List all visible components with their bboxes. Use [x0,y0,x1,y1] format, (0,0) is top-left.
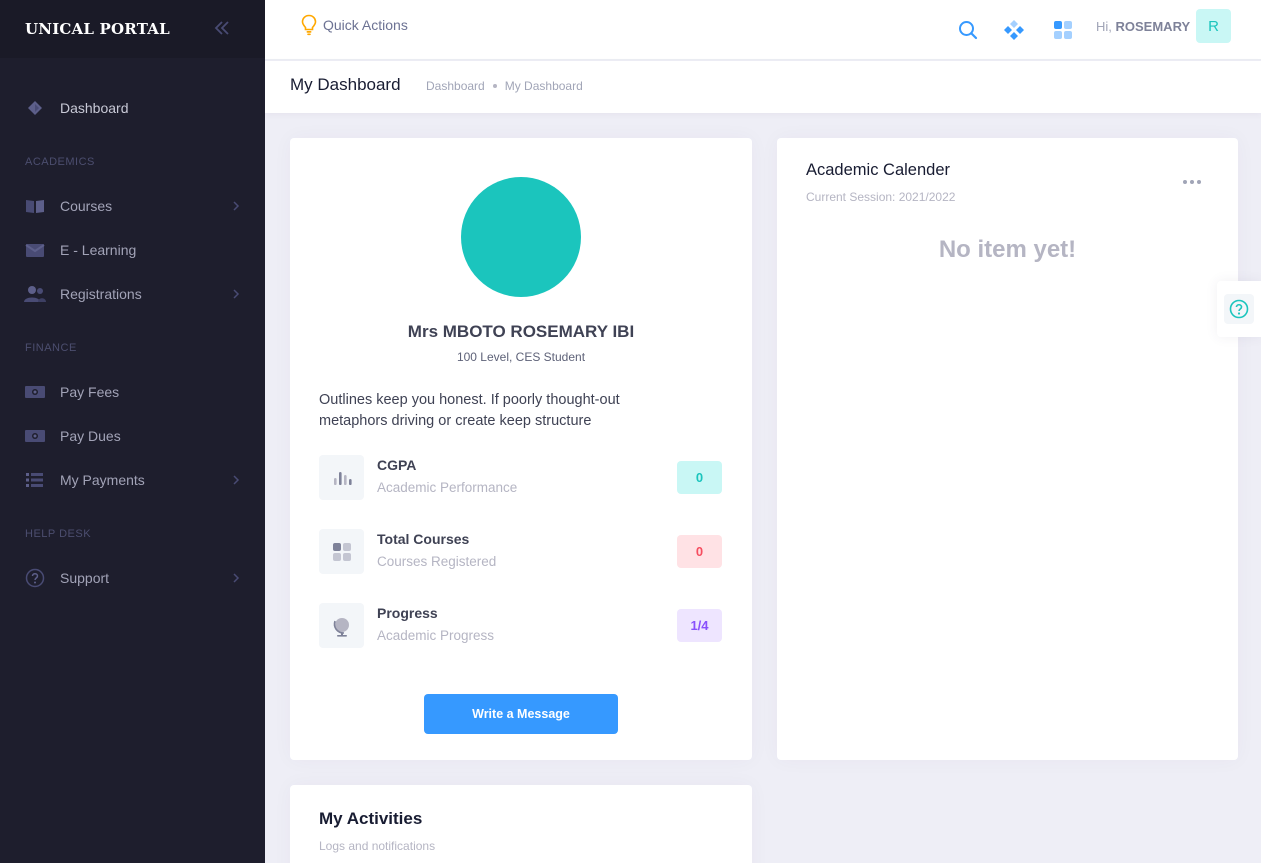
page-title: My Dashboard [290,75,401,94]
money-icon [24,381,46,403]
sidebar-item-label: Support [60,570,110,586]
section-title-finance: FINANCE [25,342,77,354]
profile-name: Mrs MBOTO ROSEMARY IBI [407,322,635,341]
mail-icon [24,239,46,261]
user-avatar[interactable]: R [1196,9,1231,43]
quick-actions-label: Quick Actions [323,17,408,33]
greeting-prefix: Hi, [1096,19,1112,34]
subheader: My Dashboard Dashboard My Dashboard [265,61,1261,113]
top-header: Quick Actions Hi, ROSEMARY R [265,0,1261,60]
dashboard-icon [24,97,46,119]
stat-cgpa: CGPA Academic Performance 0 [319,455,723,501]
brand-bar: UNICAL PORTAL [0,0,265,58]
user-greeting[interactable]: Hi, ROSEMARY [1096,19,1190,34]
stat-total-courses: Total Courses Courses Registered 0 [319,529,723,575]
sidebar-item-label: Courses [60,198,113,214]
profile-bio: Outlines keep you honest. If poorly thou… [319,392,620,429]
sidebar-item-registrations[interactable]: Registrations [0,272,265,316]
sidebar-item-label: My Payments [60,472,145,488]
calendar-empty-state: No item yet! [938,236,1077,263]
sidebar-item-elearning[interactable]: E - Learning [0,228,265,272]
sidebar-nav: Dashboard ACADEMICS Courses E - Learning… [0,58,265,600]
search-icon [959,21,978,40]
help-toggle[interactable] [1217,281,1261,337]
stat-title: Total Courses [377,531,470,547]
stat-badge: 1/4 [677,609,722,642]
sidebar-item-label: Pay Dues [60,428,121,444]
stat-title: CGPA [377,457,417,473]
sidebar-item-dashboard[interactable]: Dashboard [0,86,265,130]
academic-calendar-card: Academic Calender Current Session: 2021/… [777,138,1238,760]
activities-subtitle: Logs and notifications [319,839,436,853]
profile-card: Mrs MBOTO ROSEMARY IBI 100 Level, CES St… [290,138,752,760]
apps-button[interactable] [1047,14,1079,46]
calendar-title: Academic Calender [806,161,950,179]
stat-progress: Progress Academic Progress 1/4 [319,603,723,649]
stat-badge: 0 [677,535,722,568]
profile-subtitle: 100 Level, CES Student [456,350,586,364]
brand-name: UNICAL PORTAL [25,20,170,38]
chevron-right-icon [233,289,240,299]
sidebar-item-label: Pay Fees [60,384,120,400]
list-icon [24,469,46,491]
activities-title: My Activities [319,809,423,828]
chevron-right-icon [233,201,240,211]
bar-chart-icon [319,455,364,500]
stat-description: Academic Performance [377,480,518,495]
question-circle-icon [24,567,46,589]
breadcrumb-item-my-dashboard[interactable]: My Dashboard [505,79,583,93]
grid-icon [319,529,364,574]
lightbulb-icon [301,14,317,36]
quick-actions-button[interactable]: Quick Actions [301,14,408,36]
activities-card: My Activities Logs and notifications [290,785,752,863]
users-icon [24,283,46,305]
calendar-session: Current Session: 2021/2022 [806,190,956,204]
write-message-button[interactable]: Write a Message [424,694,618,734]
sidebar-item-pay-dues[interactable]: Pay Dues [0,414,265,458]
stat-description: Courses Registered [377,554,497,569]
user-name: ROSEMARY [1115,19,1191,34]
apps-grid-icon [1054,21,1072,39]
sidebar-item-label: Dashboard [60,100,129,116]
section-title-academics: ACADEMICS [25,156,95,168]
question-circle-icon [1229,299,1249,319]
breadcrumb-item-dashboard[interactable]: Dashboard [426,79,485,93]
book-icon [24,195,46,217]
sidebar-item-courses[interactable]: Courses [0,184,265,228]
chevron-right-icon [233,573,240,583]
search-button[interactable] [952,14,984,46]
breadcrumb: Dashboard My Dashboard [426,79,583,93]
collapse-sidebar-icon[interactable] [211,17,233,39]
stat-title: Progress [377,605,438,621]
layout-builder-button[interactable] [998,14,1030,46]
profile-avatar [461,177,581,297]
help-box [1224,294,1254,324]
sidebar-item-label: E - Learning [60,242,137,258]
sidebar-item-support[interactable]: Support [0,556,265,600]
diamond-cluster-icon [1004,20,1024,40]
globe-icon [319,603,364,648]
stat-badge: 0 [677,461,722,494]
breadcrumb-separator [492,84,497,88]
stat-description: Academic Progress [377,628,495,643]
money-icon [24,425,46,447]
more-horizontal-icon[interactable] [1180,172,1204,192]
sidebar: UNICAL PORTAL Dashboard ACADEMICS Course… [0,0,265,863]
sidebar-item-my-payments[interactable]: My Payments [0,458,265,502]
sidebar-item-pay-fees[interactable]: Pay Fees [0,370,265,414]
sidebar-item-label: Registrations [60,286,142,302]
section-title-help-desk: HELP DESK [25,528,92,540]
chevron-right-icon [233,475,240,485]
